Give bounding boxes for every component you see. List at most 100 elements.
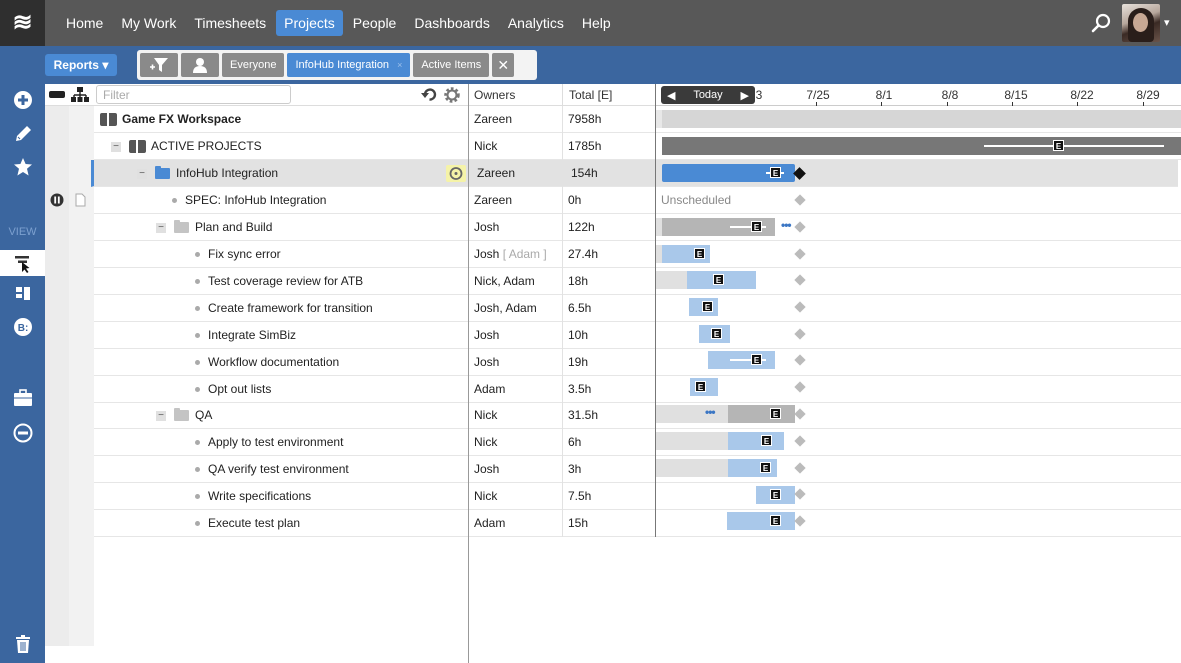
estimate-marker[interactable]: E [751,221,762,232]
table-row[interactable]: Execute test plan Adam 15h [94,510,1181,537]
collapse-toggle[interactable]: − [156,410,166,421]
estimate-marker[interactable]: E [761,435,772,446]
add-icon[interactable] [0,88,45,112]
table-row-selected[interactable]: − InfoHub Integration Zareen 154h [91,160,1178,187]
board-view-icon[interactable] [0,281,45,305]
bullet-icon [195,494,200,500]
gantt-bar[interactable] [728,405,795,423]
gantt-bar-cap [656,110,662,128]
remove-chip-icon[interactable]: × [397,53,402,77]
gantt-bar[interactable] [656,110,1181,128]
row-owner: Josh [474,220,500,234]
row-name: SPEC: InfoHub Integration [185,193,327,207]
table-row[interactable]: Workflow documentation Josh 19h [94,349,1181,376]
estimate-marker[interactable]: E [770,489,781,500]
table-row[interactable]: Integrate SimBiz Josh 10h [94,322,1181,349]
briefcase-icon[interactable] [0,386,45,410]
estimate-marker[interactable]: E [770,515,781,526]
total-column-header[interactable]: Total [E] [562,84,656,106]
collapse-all-icon[interactable] [49,90,65,100]
everyone-filter-chip[interactable]: Everyone [222,53,285,77]
row-owner: Josh [474,328,500,342]
estimate-marker[interactable]: E [711,328,722,339]
gantt-bar[interactable] [728,432,784,450]
estimate-marker[interactable]: E [751,354,762,365]
estimate-marker[interactable]: E [702,301,713,312]
gantt-view-icon[interactable] [0,250,45,276]
row-owner: Nick [474,139,498,153]
edit-icon[interactable] [0,122,45,146]
row-name: Create framework for transition [208,301,373,315]
nav-analytics[interactable]: Analytics [500,10,572,36]
nav-timesheets[interactable]: Timesheets [186,10,274,36]
undo-icon[interactable] [421,86,438,103]
estimate-marker[interactable]: E [694,248,705,259]
table-row[interactable]: QA verify test environment Josh 3h [94,456,1181,483]
document-icon[interactable] [75,193,86,207]
row-owner: Josh [474,355,500,369]
nav-help[interactable]: Help [574,10,619,36]
gantt-bar-baseline [656,432,728,450]
active-items-filter-chip[interactable]: Active Items [413,53,490,77]
nav-home[interactable]: Home [58,10,111,36]
chevron-down-icon[interactable]: ▾ [1164,16,1170,29]
table-row[interactable]: Opt out lists Adam 3.5h [94,376,1181,403]
table-row[interactable]: Test coverage review for ATB Nick, Adam … [94,268,1181,295]
logo-icon[interactable]: ≋ [0,0,45,46]
clear-filters-button[interactable]: ✕ [492,53,515,77]
today-button[interactable]: Today [693,89,722,101]
bullet-icon [172,198,177,204]
row-owner: Josh, Adam [474,301,537,315]
row-total: 3.5h [568,382,592,396]
table-row[interactable]: Create framework for transition Josh, Ad… [94,295,1181,322]
nav-people[interactable]: People [345,10,405,36]
gantt-bar[interactable] [727,512,795,530]
estimate-marker[interactable]: E [760,462,771,473]
nav-my-work[interactable]: My Work [113,10,184,36]
minus-circle-icon[interactable] [0,421,45,445]
prev-period-button[interactable]: ◀ [667,89,675,102]
estimate-marker[interactable]: E [1053,140,1064,151]
next-period-button[interactable]: ▶ [741,89,749,102]
collapse-toggle[interactable]: − [111,141,121,152]
estimate-marker[interactable]: E [770,408,781,419]
bullet-icon [195,306,200,312]
owners-column-header[interactable]: Owners [468,84,562,106]
estimate-marker[interactable]: E [713,274,724,285]
status-badge[interactable] [446,165,466,182]
person-filter-button[interactable] [181,53,219,77]
table-row[interactable]: Apply to test environment Nick 6h [94,429,1181,456]
filter-input[interactable] [96,85,291,104]
tick-label: 8/1 [875,88,893,102]
column-divider [562,106,563,537]
avatar[interactable] [1122,4,1160,42]
estimate-marker[interactable]: E [770,167,781,178]
star-icon[interactable] [0,155,45,179]
collapse-toggle[interactable]: − [156,222,166,233]
filter-icon [150,58,168,72]
table-row[interactable]: SPEC: InfoHub Integration Zareen 0h [94,187,1181,214]
add-filter-button[interactable] [140,53,178,77]
collapse-toggle[interactable]: − [137,168,147,179]
trash-icon[interactable] [0,632,45,656]
row-total: 122h [568,220,595,234]
table-row[interactable]: − Plan and Build Josh 122h [94,214,1181,241]
table-row[interactable]: − QA Nick 31.5h [94,402,1181,429]
row-total: 0h [568,193,582,207]
table-row[interactable]: Fix sync error Josh [ Adam ] 27.4h [94,241,1181,268]
search-icon[interactable] [1091,12,1113,34]
gear-icon[interactable] [443,86,461,104]
row-total: 19h [568,355,589,369]
nav-dashboards[interactable]: Dashboards [406,10,498,36]
column-divider[interactable] [468,84,469,663]
tick-label: 8/29 [1136,88,1160,102]
bookings-icon[interactable]: B: [0,315,45,339]
row-total: 15h [568,516,589,530]
table-row[interactable]: Write specifications Nick 7.5h [94,483,1181,510]
hierarchy-icon[interactable] [71,87,89,103]
project-filter-chip[interactable]: InfoHub Integration × [287,53,411,77]
pause-icon[interactable] [50,193,64,207]
reports-button[interactable]: Reports ▾ [45,54,117,76]
estimate-marker[interactable]: E [695,381,706,392]
nav-projects[interactable]: Projects [276,10,343,36]
